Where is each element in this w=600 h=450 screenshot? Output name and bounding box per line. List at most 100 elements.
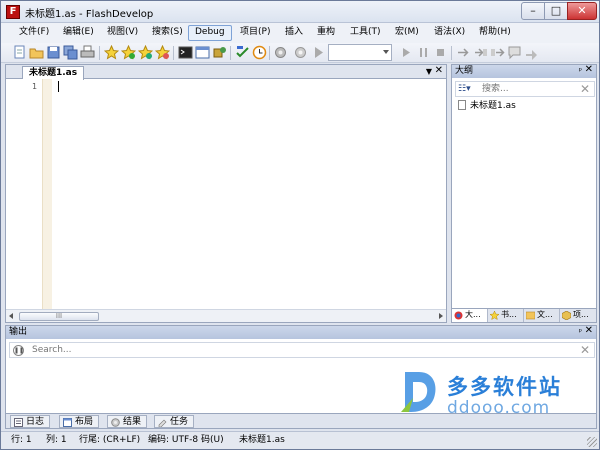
app-icon: F: [6, 5, 20, 19]
title-bar[interactable]: F 未标题1.as - FlashDevelop – □ ✕: [1, 1, 599, 23]
step-out-icon[interactable]: [490, 45, 505, 60]
tab-label: 书...: [501, 310, 517, 319]
output-header: 输出 ᵖ ✕: [6, 325, 596, 339]
maximize-button[interactable]: □: [544, 2, 568, 20]
run-to-cursor-icon[interactable]: [524, 45, 539, 60]
editor-tab[interactable]: 未标题1.as: [22, 66, 85, 80]
outline-title: 大纲: [455, 66, 474, 76]
tab-bookmarks[interactable]: 书...: [488, 309, 524, 322]
step-into-icon[interactable]: [473, 45, 488, 60]
layout-icon: [63, 418, 72, 427]
tab-tasks[interactable]: 任务: [154, 415, 195, 428]
layout-icon[interactable]: [195, 45, 210, 60]
toolbar-separator: [451, 46, 452, 60]
resize-grip[interactable]: [587, 437, 597, 447]
tab-outline[interactable]: 大...: [452, 309, 488, 322]
pin-icon[interactable]: ᵖ: [579, 326, 582, 338]
menu-file[interactable]: 文件(F): [17, 25, 51, 41]
outline-search-input[interactable]: [482, 83, 574, 95]
file-tab-icon: [526, 311, 535, 320]
outline-search-box: ☷▾ ✕: [455, 81, 595, 97]
outline-tab-icon: [454, 311, 463, 320]
star-icon: [490, 311, 499, 320]
terminal-icon[interactable]: [178, 45, 193, 60]
tab-dropdown-icon[interactable]: ▼: [426, 67, 432, 76]
clock-icon[interactable]: [252, 45, 267, 60]
plugin-icon[interactable]: [212, 45, 227, 60]
tab-results[interactable]: 结果: [107, 415, 148, 428]
status-bar: 行: 1 列: 1 行尾: (CR+LF) 编码: UTF-8 码(U) 未标题…: [1, 431, 599, 449]
chevron-down-icon: [383, 50, 389, 54]
open-folder-icon[interactable]: [29, 45, 44, 60]
pause-icon[interactable]: [416, 45, 431, 60]
tab-log[interactable]: 日志: [10, 415, 51, 428]
tab-layout[interactable]: 布局: [59, 415, 100, 428]
gear-icon[interactable]: [273, 45, 288, 60]
new-file-icon[interactable]: [12, 45, 27, 60]
window-title: 未标题1.as - FlashDevelop: [25, 9, 154, 20]
build-icon[interactable]: [235, 45, 250, 60]
step-over-icon[interactable]: [456, 45, 471, 60]
task-icon: [158, 419, 167, 427]
gear-icon: [111, 418, 120, 427]
menu-syntax[interactable]: 语法(X): [432, 25, 467, 41]
app-window: F 未标题1.as - FlashDevelop – □ ✕ 文件(F) 编辑(…: [0, 0, 600, 450]
tab-close-icon[interactable]: ✕: [435, 65, 443, 76]
text-caret: [58, 81, 59, 92]
scrollbar-thumb[interactable]: III: [19, 312, 99, 321]
code-editor[interactable]: 未标题1.as ▼ ✕ 1 III: [5, 64, 447, 323]
menu-insert[interactable]: 插入: [283, 25, 305, 41]
continue-icon[interactable]: [399, 45, 414, 60]
print-icon[interactable]: [80, 45, 95, 60]
tab-label: 布局: [75, 417, 94, 427]
menu-macros[interactable]: 宏(M): [393, 25, 421, 41]
menu-refactor[interactable]: 重构: [315, 25, 337, 41]
outline-file-item[interactable]: 未标题1.as: [458, 100, 516, 112]
comment-icon[interactable]: [507, 45, 522, 60]
bookmark-star-icon[interactable]: [104, 45, 119, 60]
close-icon[interactable]: ✕: [585, 64, 593, 76]
toolbar-separator: [173, 46, 174, 60]
configuration-dropdown[interactable]: [328, 44, 392, 61]
status-file: 未标题1.as: [239, 435, 285, 445]
menu-search[interactable]: 搜索(S): [150, 25, 185, 41]
menu-help[interactable]: 帮助(H): [477, 25, 513, 41]
menu-tools[interactable]: 工具(T): [348, 25, 383, 41]
project-tab-icon: [562, 311, 571, 320]
pin-icon[interactable]: ᵖ: [579, 65, 582, 77]
clear-search-icon[interactable]: ✕: [580, 82, 590, 96]
play-icon[interactable]: [311, 45, 326, 60]
outline-file-label: 未标题1.as: [470, 101, 516, 111]
menu-project[interactable]: 项目(P): [238, 25, 272, 41]
tab-label: 日志: [26, 417, 45, 427]
minimize-button[interactable]: –: [521, 2, 545, 20]
document-icon: [458, 100, 466, 110]
scroll-left-icon[interactable]: [9, 313, 13, 319]
bookmark-clear-icon[interactable]: [155, 45, 170, 60]
status-encoding: 编码: UTF-8 码(U): [148, 435, 224, 445]
menu-edit[interactable]: 编辑(E): [61, 25, 96, 41]
pause-icon[interactable]: ❚❚: [13, 345, 24, 356]
watermark-text-cn: 多多软件站: [447, 375, 562, 399]
tab-label: 任务: [170, 417, 189, 427]
list-options-icon[interactable]: ☷▾: [458, 84, 478, 95]
output-search-input[interactable]: [32, 344, 332, 356]
tab-label: 项...: [573, 310, 589, 319]
bookmark-next-icon[interactable]: [138, 45, 153, 60]
tab-project[interactable]: 项...: [560, 309, 596, 322]
menu-debug[interactable]: Debug: [188, 25, 232, 41]
menu-view[interactable]: 视图(V): [105, 25, 140, 41]
settings-icon[interactable]: [293, 45, 308, 60]
close-icon[interactable]: ✕: [585, 325, 593, 337]
line-number: 1: [32, 82, 38, 91]
save-all-icon[interactable]: [63, 45, 78, 60]
close-button[interactable]: ✕: [567, 2, 597, 20]
horizontal-scrollbar[interactable]: III: [6, 309, 446, 322]
scroll-right-icon[interactable]: [439, 313, 443, 319]
stop-icon[interactable]: [433, 45, 448, 60]
clear-search-icon[interactable]: ✕: [580, 343, 590, 357]
bookmark-add-icon[interactable]: [121, 45, 136, 60]
save-icon[interactable]: [46, 45, 61, 60]
tab-label: 文...: [537, 310, 553, 319]
tab-files[interactable]: 文...: [524, 309, 560, 322]
